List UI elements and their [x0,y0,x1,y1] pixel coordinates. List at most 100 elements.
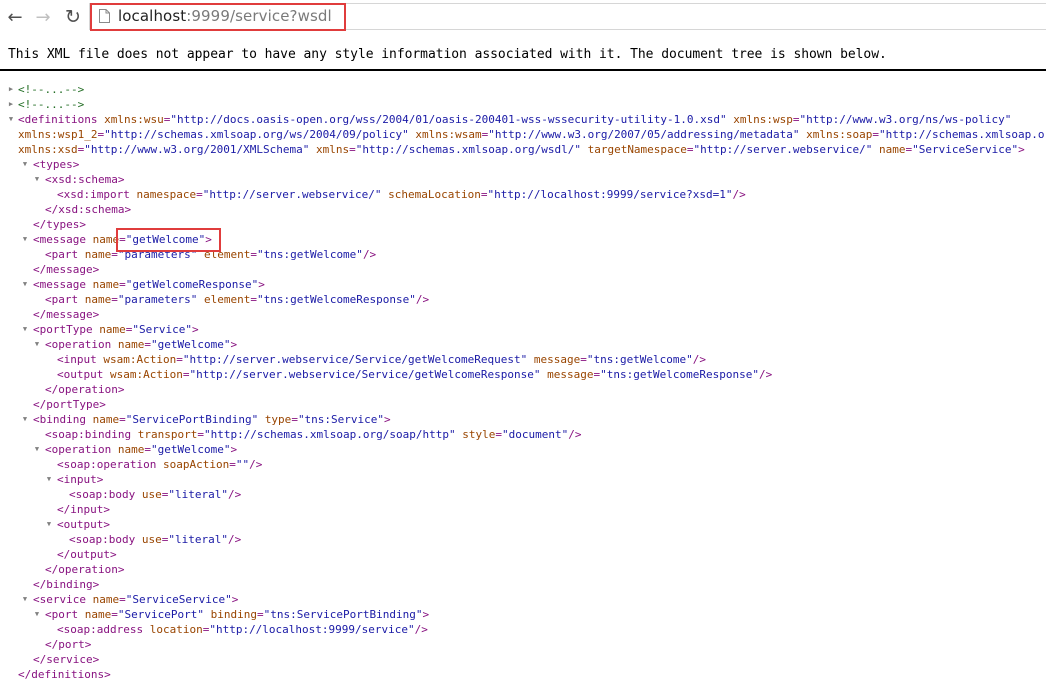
xml-tag-text [197,293,204,306]
collapse-triangle-icon[interactable]: ▼ [20,412,30,427]
xml-tag-text: = [111,248,118,261]
collapse-triangle-icon[interactable]: ▼ [20,592,30,607]
xml-attribute-name: xmlns:wsp1_2 [18,128,98,141]
xml-attribute-value: "Service" [132,323,192,336]
expand-triangle-icon[interactable]: ▶ [6,82,16,97]
xml-attribute-value: "tns:ServicePortBinding" [263,608,423,621]
xml-attribute-name: name [117,443,145,456]
xml-tag-text: </xsd:schema> [45,203,132,216]
xml-attribute-value: "http://server.webservice/Service/getWel… [182,353,528,366]
xml-attribute-value: "http://server.webservice/" [202,188,382,201]
address-url[interactable]: localhost:9999/service?wsdl [118,7,332,25]
collapse-triangle-icon[interactable]: ▼ [32,442,42,457]
url-path: :9999/service?wsdl [186,7,332,25]
xml-tag-text: /> [732,188,746,201]
xml-attribute-name: message [547,368,594,381]
xml-line: <input> [57,472,103,487]
xml-line: <operation name="getWelcome"> [45,337,237,352]
collapse-triangle-icon[interactable]: ▼ [44,472,54,487]
xml-attribute-value: "http://localhost:9999/service" [209,623,415,636]
xml-tag-text [258,413,265,426]
xml-line: <soap:body use="literal"/> [69,487,241,502]
xml-tag-text: <soap:operation [57,458,163,471]
xml-tag-text: <input> [57,473,104,486]
xml-tag-text: <xsd:import [57,188,137,201]
xml-style-notice: This XML file does not appear to have an… [8,47,887,62]
xml-attribute-name: namespace [136,188,197,201]
collapse-triangle-icon[interactable]: ▼ [20,232,30,247]
xml-tag-text: <output [57,368,110,381]
forward-arrow-icon[interactable]: → [32,6,54,28]
xml-attribute-name: element [203,293,251,306]
back-arrow-icon[interactable]: ← [4,6,26,28]
xml-tag-text: > [230,443,238,456]
xml-tag-text: <service [33,593,93,606]
xml-attribute-name: wsam:Action [109,368,183,381]
xml-tag-text [204,608,211,621]
collapse-triangle-icon[interactable]: ▼ [32,337,42,352]
xml-attribute-name: binding [210,608,257,621]
xml-attribute-name: xmlns:soap [806,128,873,141]
xml-comment: <!--...--> [18,98,85,111]
xml-tag-text: = [495,428,502,441]
xml-line: <input wsam:Action="http://server.webser… [57,352,706,367]
xml-tag-text: <message [33,233,93,246]
xml-line: </message> [33,307,99,322]
xml-line: </types> [33,217,86,232]
expand-triangle-icon[interactable]: ▶ [6,97,16,112]
xml-attribute-name: xmlns:xsd [18,143,78,156]
xml-line: xmlns:wsp1_2="http://schemas.xmlsoap.org… [18,127,1046,142]
xml-line: <port name="ServicePort" binding="tns:Se… [45,607,429,622]
xml-line: <service name="ServiceService"> [33,592,238,607]
xml-tag-text: <soap:body [69,533,142,546]
collapse-triangle-icon[interactable]: ▼ [44,517,54,532]
xml-attribute-name: soapAction [162,458,230,471]
xml-attribute-value: "http://schemas.xmlsoap.org/soap/http" [203,428,456,441]
xml-tag-text: <part [45,248,85,261]
xml-attribute-value: "tns:getWelcome" [256,248,363,261]
xml-tag-text [581,143,588,156]
reload-icon[interactable]: ↻ [62,6,84,28]
xml-attribute-name: xmlns:wsu [104,113,164,126]
xml-tag-text: </definitions> [18,668,111,681]
xml-attribute-value: "http://docs.oasis-open.org/wss/2004/01/… [170,113,727,126]
xml-tag-text: </service> [33,653,100,666]
xml-line: <soap:body use="literal"/> [69,532,241,547]
collapse-triangle-icon[interactable]: ▼ [32,607,42,622]
xml-tag-text: > [384,413,391,426]
collapse-triangle-icon[interactable]: ▼ [6,112,16,127]
xml-attribute-name: wsam:Action [103,353,177,366]
xml-line: </definitions> [18,667,111,682]
url-host: localhost [118,7,187,25]
xml-attribute-value: "" [235,458,250,471]
xml-tag-text: > [205,233,212,246]
xml-tag-text: <definitions [18,113,105,126]
xml-line: </service> [33,652,99,667]
xml-tag-text: > [231,593,239,606]
xml-line: <!--...--> [18,82,84,97]
xml-tag-text: <types> [33,158,80,171]
xml-attribute-name: use [141,488,162,501]
xml-tag-text: /> [759,368,773,381]
xml-attribute-name: xmlns [316,143,350,156]
xml-line: </input> [57,502,110,517]
collapse-triangle-icon[interactable]: ▼ [20,157,30,172]
xml-tag-text: = [144,338,151,351]
collapse-triangle-icon[interactable]: ▼ [32,172,42,187]
xml-tag-text: = [349,143,356,156]
xml-tag-text: </operation> [45,383,125,396]
xml-attribute-name: transport [137,428,198,441]
browser-toolbar: ← → ↻ localhost:9999/service?wsdl [0,0,1046,36]
xml-tag-text: /> [415,293,430,306]
collapse-triangle-icon[interactable]: ▼ [20,277,30,292]
xml-tag-text: <output> [57,518,110,531]
xml-attribute-name: style [462,428,496,441]
xml-tag-text: = [119,593,126,606]
xml-tag-text: </operation> [45,563,125,576]
xml-attribute-name: location [149,623,203,636]
xml-attribute-value: "http://server.webservice/" [693,143,873,156]
xml-tag-text: <operation [45,338,118,351]
xml-attribute-value: "parameters" [117,248,198,261]
xml-tag-text: = [229,458,236,471]
collapse-triangle-icon[interactable]: ▼ [20,322,30,337]
